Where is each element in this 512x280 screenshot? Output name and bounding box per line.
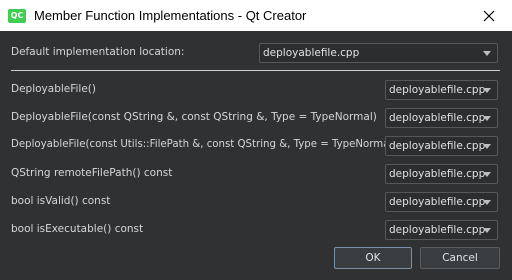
function-row: QString remoteFilePath() const deployabl… — [0, 163, 512, 185]
function-signature: QString remoteFilePath() const — [11, 167, 173, 179]
location-value: deployablefile.cpp — [389, 84, 486, 96]
function-signature: bool isExecutable() const — [11, 223, 144, 235]
location-value: deployablefile.cpp — [389, 140, 486, 152]
separator — [11, 70, 500, 71]
location-combo[interactable]: deployablefile.cpp — [385, 192, 498, 212]
chevron-down-icon — [483, 200, 491, 205]
function-signature: DeployableFile(const QString &, const QS… — [11, 111, 377, 123]
qt-creator-logo-icon: QC — [8, 8, 26, 23]
title-bar: QC Member Function Implementations - Qt … — [0, 0, 512, 31]
function-signature: DeployableFile(const Utils::FilePath &, … — [11, 139, 397, 150]
location-value: deployablefile.cpp — [389, 224, 486, 236]
function-row: DeployableFile(const QString &, const QS… — [0, 107, 512, 129]
chevron-down-icon — [483, 172, 491, 177]
location-value: deployablefile.cpp — [389, 168, 486, 180]
function-row: DeployableFile() deployablefile.cpp — [0, 79, 512, 101]
default-location-label: Default implementation location: — [11, 46, 185, 58]
default-location-combo[interactable]: deployablefile.cpp — [259, 43, 498, 63]
window-title: Member Function Implementations - Qt Cre… — [34, 8, 307, 23]
chevron-down-icon — [483, 51, 491, 56]
location-combo[interactable]: deployablefile.cpp — [385, 136, 498, 156]
close-icon — [483, 10, 495, 21]
location-combo[interactable]: deployablefile.cpp — [385, 108, 498, 128]
close-button[interactable] — [466, 0, 512, 31]
default-location-row: Default implementation location: deploya… — [0, 42, 512, 64]
function-signature: DeployableFile() — [11, 83, 97, 95]
chevron-down-icon — [483, 116, 491, 121]
chevron-down-icon — [483, 144, 491, 149]
location-combo[interactable]: deployablefile.cpp — [385, 164, 498, 184]
default-location-value: deployablefile.cpp — [263, 47, 360, 59]
location-value: deployablefile.cpp — [389, 112, 486, 124]
function-row: bool isExecutable() const deployablefile… — [0, 219, 512, 241]
location-combo[interactable]: deployablefile.cpp — [385, 80, 498, 100]
ok-button[interactable]: OK — [334, 247, 412, 269]
function-signature: bool isValid() const — [11, 195, 111, 207]
cancel-button[interactable]: Cancel — [420, 247, 500, 269]
dialog-body: Default implementation location: deploya… — [0, 31, 512, 280]
location-value: deployablefile.cpp — [389, 196, 486, 208]
function-row: DeployableFile(const Utils::FilePath &, … — [0, 135, 512, 157]
chevron-down-icon — [483, 228, 491, 233]
function-row: bool isValid() const deployablefile.cpp — [0, 191, 512, 213]
chevron-down-icon — [483, 88, 491, 93]
location-combo[interactable]: deployablefile.cpp — [385, 220, 498, 240]
